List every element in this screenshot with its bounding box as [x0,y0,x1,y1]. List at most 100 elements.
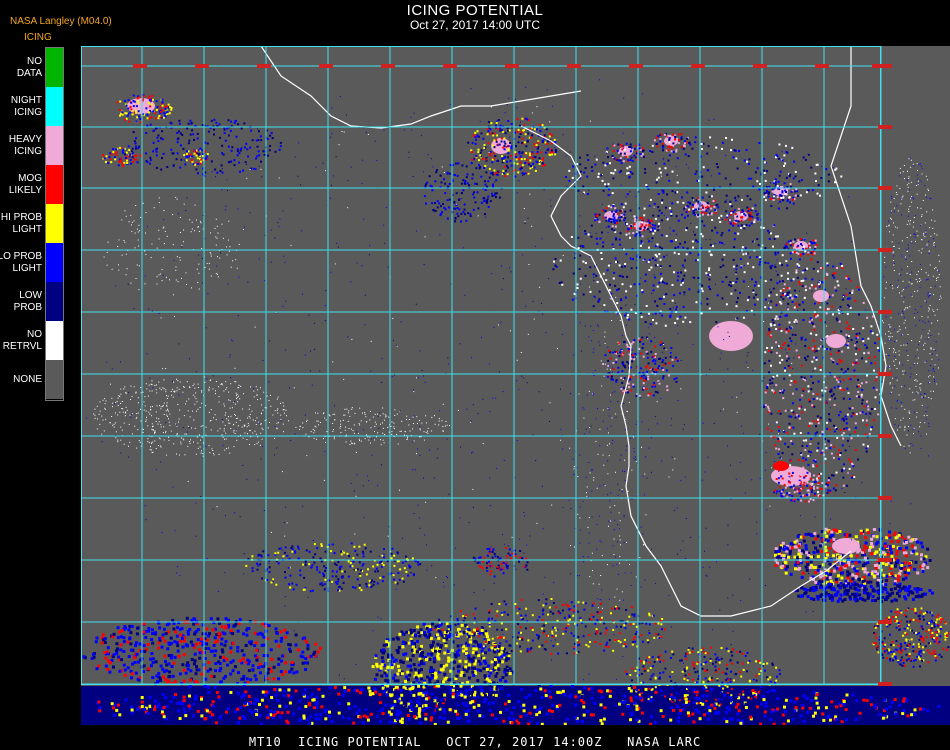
icing-cell [566,717,569,721]
icing-cell [805,358,808,361]
icing-cell [236,707,240,711]
icing-cell [471,666,475,670]
icing-cell [292,671,296,675]
legend-item-label: NO RETRVL [2,328,42,352]
icing-cell [779,456,782,459]
icing-cell [813,532,817,536]
icing-cell [193,652,197,656]
icing-cell [393,673,397,677]
icing-cell [809,477,812,480]
icing-cell [519,650,522,653]
icing-cell [520,598,523,601]
icing-cell [382,556,385,559]
icing-cell [182,679,186,683]
map-panel[interactable] [81,46,950,725]
icing-cell [720,647,723,649]
icing-cell [491,637,494,640]
icing-cell [253,654,257,658]
icing-cell [899,620,902,623]
icing-cell [819,369,822,371]
icing-cell [321,694,325,698]
icing-cell [219,680,222,684]
icing-cell [478,643,482,647]
icing-cell [791,297,794,300]
icing-cell [782,554,786,558]
icing-cell [488,548,491,550]
icing-cell [294,643,298,647]
icing-cell [630,679,633,682]
icing-cell [408,687,412,691]
icing-cell [486,570,489,572]
icing-cell [409,628,413,632]
icing-cell [902,659,905,662]
icing-cell [851,289,854,292]
icing-cell [119,146,122,149]
icing-cell [463,699,467,702]
icing-cell [803,484,806,487]
icing-cell [501,628,504,631]
icing-cell [547,613,549,616]
icing-cell [482,667,486,671]
icing-cell [817,706,820,710]
icing-cell [250,711,254,715]
icing-cell [906,644,909,647]
icing-cell [897,533,901,537]
icing-cell [247,669,251,673]
icing-cell [619,722,623,725]
icing-cell [365,585,368,588]
icing-cell [517,700,521,704]
icing-cell [861,580,865,583]
icing-cell [804,565,808,569]
icing-cell [679,709,683,712]
icing-cell [878,712,882,716]
icing-cell [911,608,914,611]
icing-cell [644,687,648,691]
icing-cell [918,620,921,623]
icing-cell [436,654,440,658]
icing-cell [867,445,869,448]
icing-cell [765,689,768,692]
icing-cell [704,677,707,680]
icing-cell [632,623,635,625]
icing-cell [341,570,344,573]
icing-cell [863,352,866,355]
icing-cell [245,564,248,567]
icing-cell [437,703,441,706]
icing-cell [195,668,199,672]
icing-cell [195,642,199,646]
icing-cell [597,689,601,693]
icing-cell [160,645,164,649]
icing-cell [476,628,478,631]
icing-cell [311,589,314,592]
icing-cell [157,714,161,718]
icing-cell [454,709,458,713]
icing-cell [812,339,815,342]
icing-cell [781,452,784,454]
icing-cell [456,618,459,620]
icing-cell [894,620,897,622]
icing-cell [801,394,804,397]
icing-cell [844,370,847,373]
icing-cell [831,305,834,308]
icing-cell [791,333,794,336]
icing-cell [695,690,699,694]
icing-cell [888,649,891,652]
icing-cell [473,693,476,697]
icing-map[interactable] [81,46,950,725]
icing-cell [617,640,620,642]
icing-cell [520,687,523,691]
icing-cell [907,571,911,575]
icing-cell [238,706,242,710]
icing-patch [832,538,860,554]
icing-cell [443,651,447,655]
icing-cell [151,704,155,708]
icing-cell [726,685,729,688]
icing-cell [889,633,891,636]
icing-cell [884,707,888,711]
icing-cell [220,642,223,646]
icing-cell [331,570,334,573]
icing-cell [328,715,332,718]
icing-cell [344,570,346,573]
icing-cell [788,426,791,429]
icing-cell [132,94,135,97]
